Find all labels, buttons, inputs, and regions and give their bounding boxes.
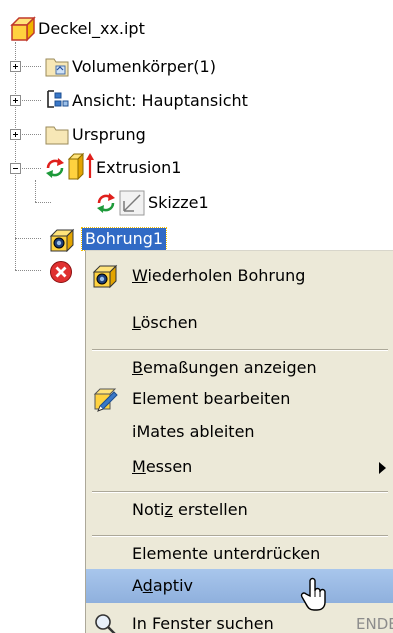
menu-item-label: Messen xyxy=(132,457,193,476)
tree-item-label: Ursprung xyxy=(72,125,146,144)
update-needed-icon xyxy=(46,158,64,178)
expand-toggle-ansicht[interactable] xyxy=(10,95,21,106)
tree-item-label: Volumenkörper(1) xyxy=(72,57,216,76)
tree-connector xyxy=(15,238,41,239)
menu-item-messen[interactable]: Messen xyxy=(86,450,393,484)
tree-connector xyxy=(15,42,16,270)
menu-item-element-bearbeiten[interactable]: Element bearbeiten xyxy=(86,382,393,416)
menu-item-label: Element bearbeiten xyxy=(132,389,291,408)
expand-toggle-volumenkoerper[interactable] xyxy=(10,61,21,72)
hole-feature-icon xyxy=(92,264,118,289)
context-menu: Wiederholen Bohrung Löschen Bemaßungen a… xyxy=(85,250,393,633)
tree-root-label: Deckel_xx.ipt xyxy=(38,19,145,38)
find-in-window-icon xyxy=(95,614,116,633)
menu-item-label: Adaptiv xyxy=(132,576,193,595)
submenu-arrow-icon xyxy=(379,462,386,474)
edit-feature-icon xyxy=(93,388,118,412)
origin-folder-icon xyxy=(45,126,69,145)
menu-item-loeschen[interactable]: Löschen xyxy=(86,306,393,340)
part-file-icon xyxy=(10,16,36,42)
hand-pointer-cursor-icon xyxy=(300,577,326,611)
tree-connector xyxy=(35,180,36,202)
menu-item-label: Wiederholen Bohrung xyxy=(132,266,306,285)
view-representation-icon xyxy=(47,90,69,108)
menu-item-label: iMates ableiten xyxy=(132,422,255,441)
tree-item-label-selected: Bohrung1 xyxy=(80,227,168,251)
menu-item-elemente-unterdruecken[interactable]: Elemente unterdrücken xyxy=(86,537,393,571)
menu-item-bemassungen-anzeigen[interactable]: Bemaßungen anzeigen xyxy=(86,351,393,385)
menu-item-adaptiv[interactable]: Adaptiv xyxy=(86,569,393,603)
menu-item-notiz-erstellen[interactable]: Notiz erstellen xyxy=(86,493,393,527)
menu-item-label: Notiz erstellen xyxy=(132,500,248,519)
error-icon xyxy=(50,261,72,283)
tree-item-label: Skizze1 xyxy=(148,193,209,212)
update-needed-icon xyxy=(97,193,115,213)
expand-toggle-ursprung[interactable] xyxy=(10,129,21,140)
solid-bodies-folder-icon xyxy=(45,58,69,77)
tree-item-label: Ansicht: Hauptansicht xyxy=(72,91,248,110)
tree-connector xyxy=(35,202,51,203)
tree-item-label: Extrusion1 xyxy=(96,158,182,177)
sketch-icon xyxy=(119,190,145,216)
menu-item-label: Löschen xyxy=(132,313,198,332)
extrusion-icon xyxy=(67,152,94,180)
tree-connector xyxy=(15,270,41,271)
menu-item-wiederholen-bohrung[interactable]: Wiederholen Bohrung xyxy=(86,259,393,293)
menu-item-label: Bemaßungen anzeigen xyxy=(132,358,317,377)
menu-item-in-fenster-suchen[interactable]: In Fenster suchen ENDE xyxy=(86,607,393,633)
shortcut-label: ENDE xyxy=(356,615,393,633)
collapse-toggle-extrusion[interactable] xyxy=(10,163,21,174)
menu-item-label: Elemente unterdrücken xyxy=(132,544,321,563)
menu-item-label: In Fenster suchen xyxy=(132,614,274,633)
hole-feature-icon xyxy=(49,228,75,252)
menu-item-imates-ableiten[interactable]: iMates ableiten xyxy=(86,415,393,449)
